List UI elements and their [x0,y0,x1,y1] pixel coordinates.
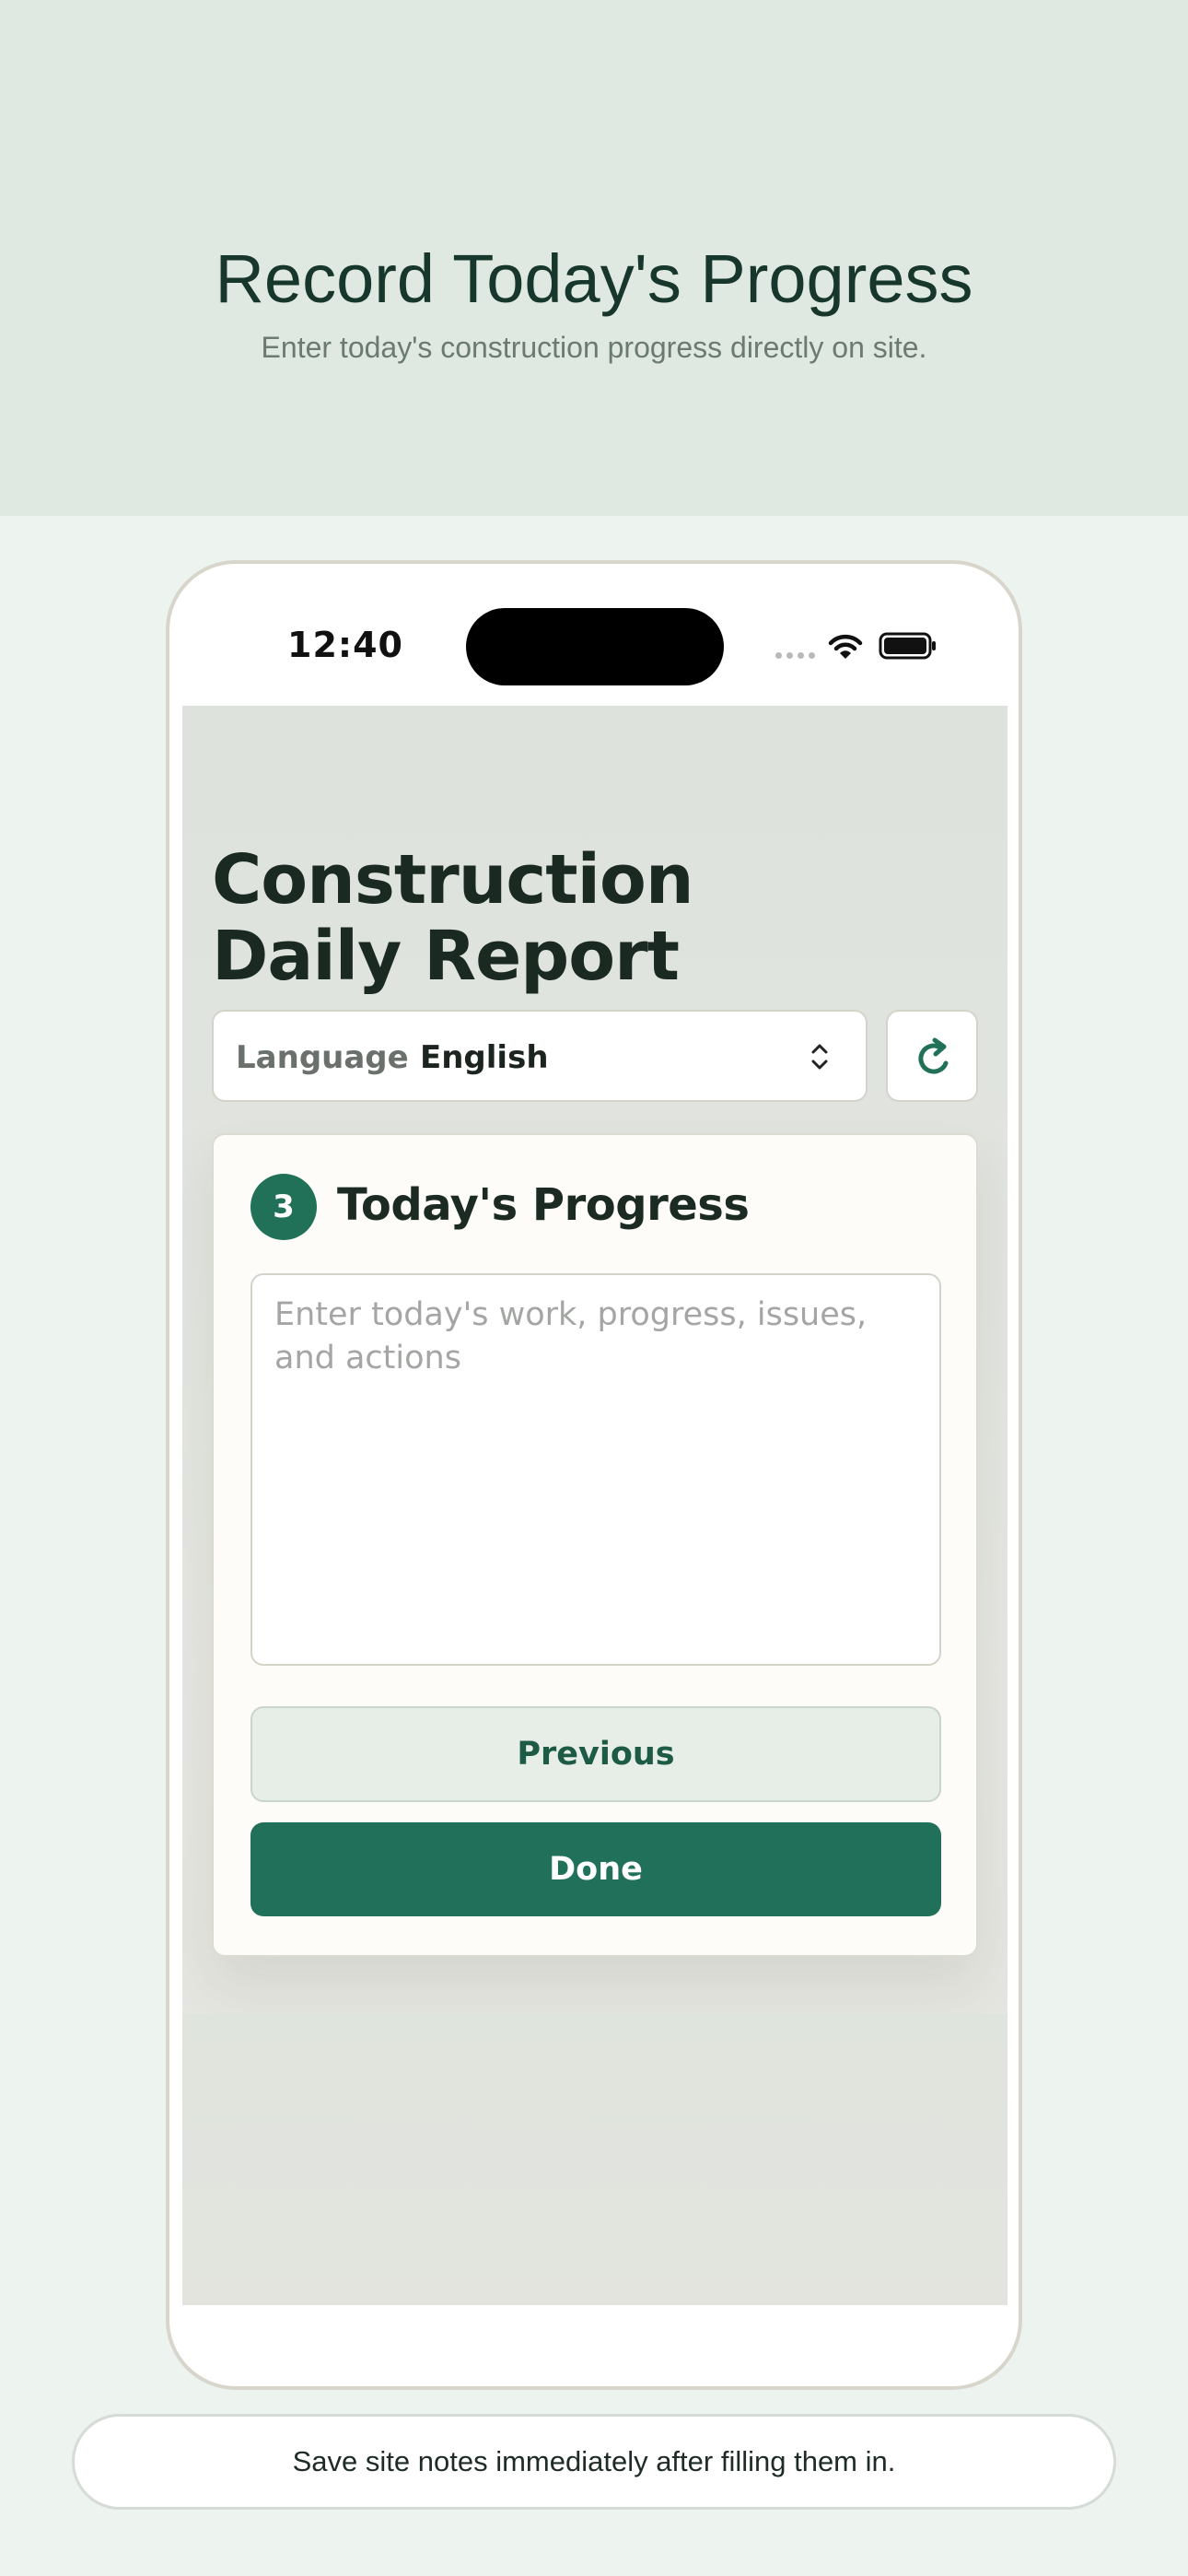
phone-frame: 12:40 Construction Daily Report Language… [166,560,1022,2390]
done-button[interactable]: Done [250,1822,941,1916]
app-title: Construction Daily Report [212,842,856,995]
step-title: Today's Progress [337,1179,750,1231]
app-title-line-2: Daily Report [212,917,680,996]
signal-dots-icon [775,652,816,660]
hero-section: Record Today's Progress Enter today's co… [0,0,1188,516]
wifi-icon [828,634,863,659]
language-label: Language [236,1039,409,1076]
previous-button[interactable]: Previous [250,1706,941,1802]
dynamic-island [466,608,724,685]
footer-note: Save site notes immediately after fillin… [72,2414,1116,2510]
chevron-up-down-icon [811,1044,828,1070]
page-title: Record Today's Progress [215,240,973,317]
language-value: English [420,1039,549,1076]
screen-empty-area [182,2014,1007,2305]
step-number-badge: 3 [250,1174,317,1240]
app-screen: Construction Daily Report Language Engli… [182,706,1007,2305]
progress-step-card: 3 Today's Progress Previous Done [212,1133,978,1957]
status-time: 12:40 [287,625,403,665]
language-select[interactable]: Language English [212,1010,868,1102]
battery-icon [879,632,936,660]
progress-textarea[interactable] [250,1273,941,1666]
page-subtitle: Enter today's construction progress dire… [261,331,927,364]
refresh-button[interactable] [886,1010,978,1102]
refresh-icon [918,1037,949,1074]
app-title-line-1: Construction [212,840,694,919]
